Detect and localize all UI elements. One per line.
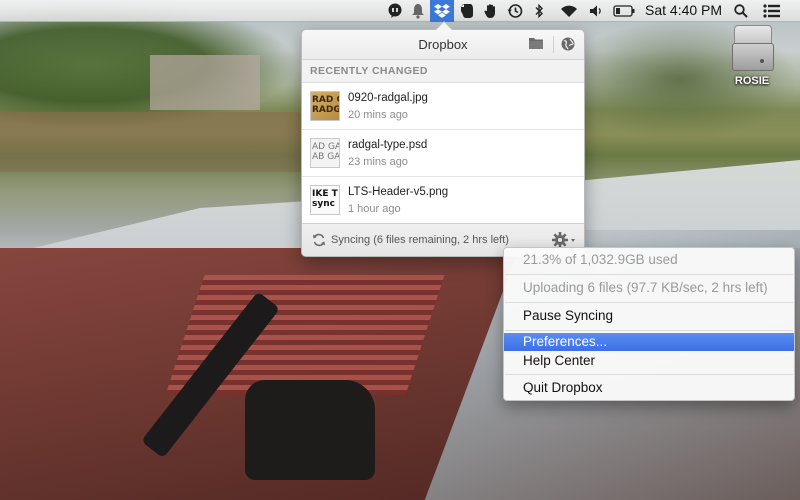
file-time: 20 mins ago xyxy=(348,109,408,121)
time-machine-icon[interactable] xyxy=(506,3,524,19)
spotlight-icon[interactable] xyxy=(733,3,749,19)
file-thumbnail: IKE T sync xyxy=(310,185,340,215)
website-globe-icon[interactable] xyxy=(560,36,576,52)
wallpaper-dirt xyxy=(0,112,330,172)
recently-changed-label: RECENTLY CHANGED xyxy=(302,60,584,83)
notification-center-icon[interactable] xyxy=(762,3,782,19)
menu-separator xyxy=(505,274,793,275)
wifi-icon[interactable] xyxy=(559,3,579,19)
wallpaper-house xyxy=(150,55,260,110)
menu-separator xyxy=(505,330,793,331)
settings-context-menu: 21.3% of 1,032.9GB used Uploading 6 file… xyxy=(503,247,795,401)
menu-separator xyxy=(505,302,793,303)
menu-separator xyxy=(505,374,793,375)
hard-drive-icon xyxy=(732,25,774,71)
hand-icon[interactable] xyxy=(483,3,499,19)
menu-bar-clock[interactable]: Sat 4:40 PM xyxy=(645,2,722,18)
file-name: 0920-radgal.jpg xyxy=(348,92,428,104)
file-row[interactable]: IKE T sync LTS-Header-v5.png 1 hour ago xyxy=(302,177,584,223)
drive-label: ROSIE xyxy=(734,75,770,87)
file-name: LTS-Header-v5.png xyxy=(348,186,449,198)
file-thumbnail: RAD GAL RADGAL xyxy=(310,91,340,121)
bluetooth-icon[interactable] xyxy=(533,3,545,19)
menu-item-help-center[interactable]: Help Center xyxy=(504,350,794,372)
menu-item-pause-syncing[interactable]: Pause Syncing xyxy=(504,305,794,327)
dropbox-icon[interactable] xyxy=(434,3,450,19)
chat-icon[interactable] xyxy=(386,3,404,19)
notification-bell-icon[interactable] xyxy=(410,3,426,19)
file-row[interactable]: AD GA AB GA radgal-type.psd 23 mins ago xyxy=(302,130,584,177)
open-folder-icon[interactable] xyxy=(528,36,544,52)
file-time: 23 mins ago xyxy=(348,156,408,168)
battery-icon[interactable] xyxy=(612,3,636,19)
menu-bar: Sat 4:40 PM xyxy=(0,0,800,22)
recent-files-list: RAD GAL RADGAL 0920-radgal.jpg 20 mins a… xyxy=(302,83,584,223)
wallpaper-wiper-base xyxy=(245,380,375,480)
volume-icon[interactable] xyxy=(588,3,604,19)
menu-item-uploading: Uploading 6 files (97.7 KB/sec, 2 hrs le… xyxy=(523,280,768,295)
menu-item-usage: 21.3% of 1,032.9GB used xyxy=(523,252,678,267)
file-thumbnail: AD GA AB GA xyxy=(310,138,340,168)
menu-item-preferences[interactable]: Preferences... xyxy=(504,333,794,351)
file-row[interactable]: RAD GAL RADGAL 0920-radgal.jpg 20 mins a… xyxy=(302,83,584,130)
desktop-drive-rosie[interactable]: ROSIE xyxy=(722,25,782,87)
sync-icon xyxy=(312,233,326,247)
panel-header: Dropbox xyxy=(302,30,584,60)
sync-status-text: Syncing (6 files remaining, 2 hrs left) xyxy=(331,234,509,246)
file-name: radgal-type.psd xyxy=(348,139,428,151)
dropbox-panel: Dropbox RECENTLY CHANGED RAD GAL RADGAL … xyxy=(301,21,585,257)
menu-item-quit-dropbox[interactable]: Quit Dropbox xyxy=(504,377,794,399)
file-time: 1 hour ago xyxy=(348,203,401,215)
evernote-icon[interactable] xyxy=(459,3,475,19)
